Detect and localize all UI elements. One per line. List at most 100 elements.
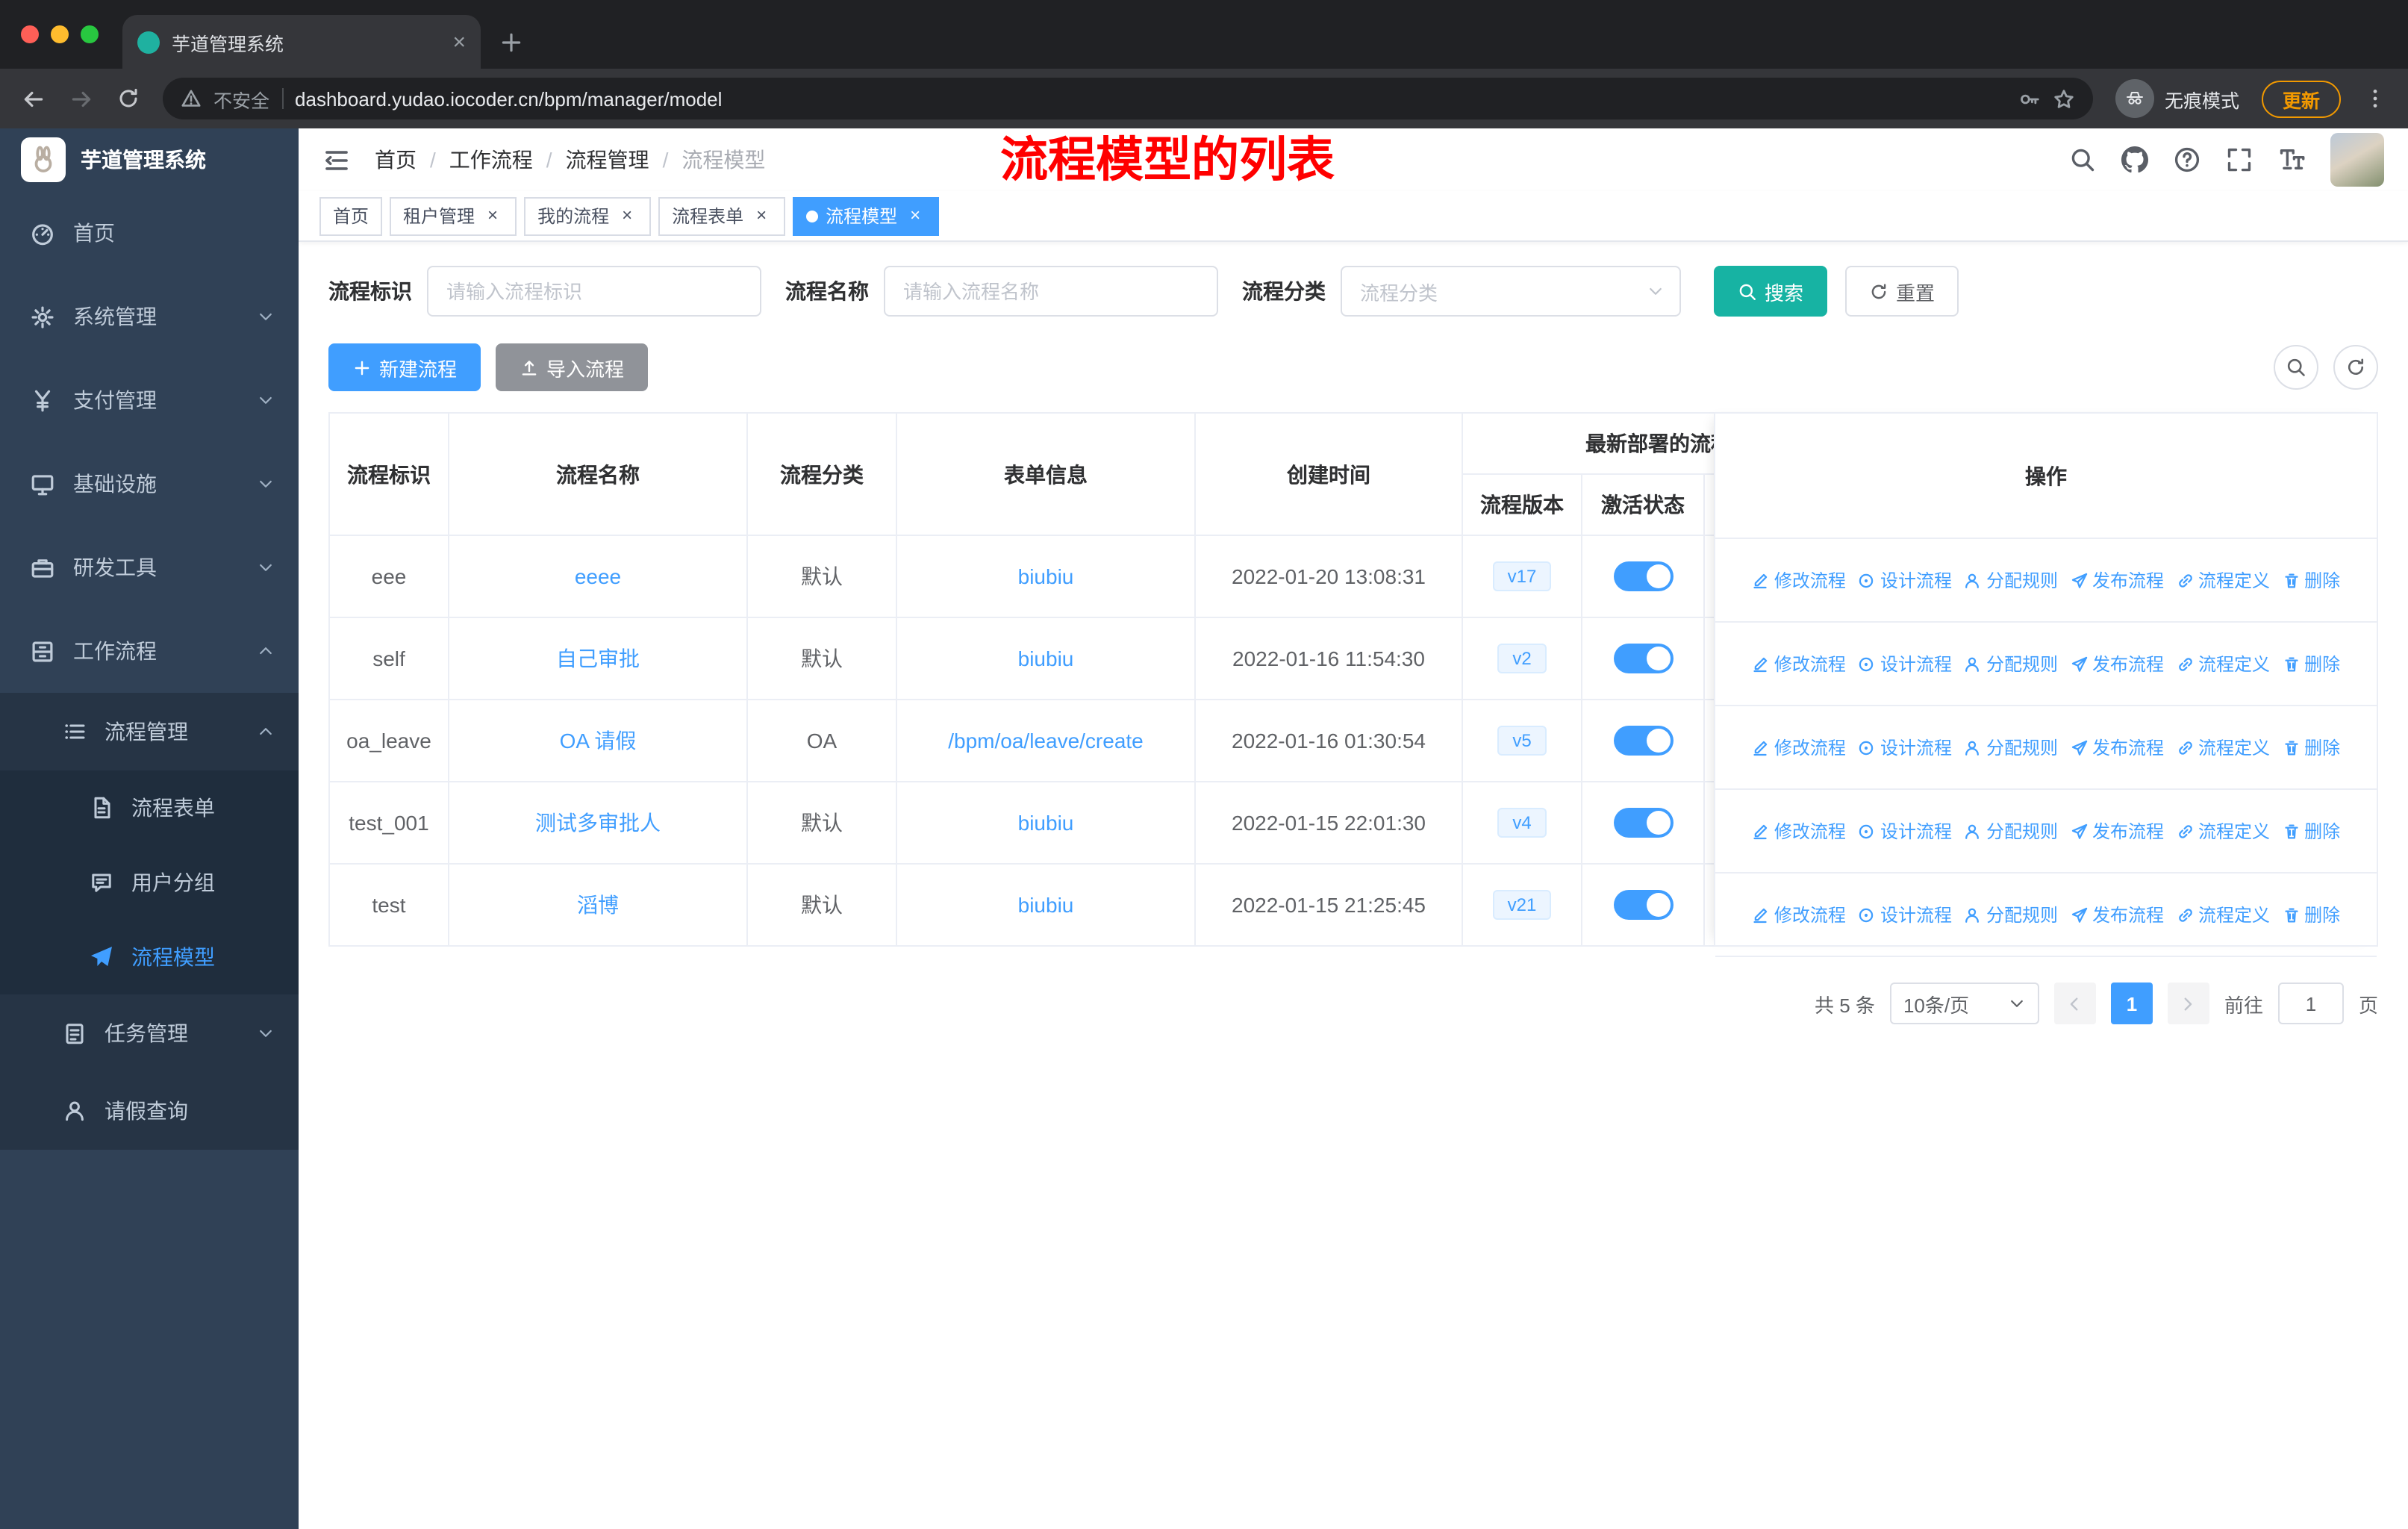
edit-process-link[interactable]: 修改流程 [1752,651,1846,676]
tag-home[interactable]: 首页 [319,196,383,235]
fullscreen-icon[interactable] [2226,146,2253,173]
breadcrumb-workflow[interactable]: 工作流程 [449,145,533,175]
assign-rule-link[interactable]: 分配规则 [1964,902,2058,927]
process-definition-link[interactable]: 流程定义 [2176,651,2270,676]
zoom-window-button[interactable] [81,25,99,43]
sidebar-item-task-mgmt[interactable]: 任务管理 [0,994,299,1072]
tag-process-form[interactable]: 流程表单 × [658,196,786,235]
font-size-icon[interactable] [2278,146,2305,173]
browser-menu-icon[interactable] [2363,87,2387,110]
assign-rule-link[interactable]: 分配规则 [1964,818,2058,844]
toggle-search-button[interactable] [2274,345,2318,390]
new-tab-button[interactable] [499,30,524,55]
password-key-icon[interactable] [2018,87,2041,110]
prev-page-button[interactable] [2053,983,2096,1024]
design-process-link[interactable]: 设计流程 [1858,651,1952,676]
close-window-button[interactable] [21,25,39,43]
delete-link[interactable]: 删除 [2282,567,2340,593]
sidebar-item-system[interactable]: 系统管理 [0,275,299,358]
close-icon[interactable]: × [617,205,637,226]
process-name-link[interactable]: OA 请假 [560,729,637,753]
delete-link[interactable]: 删除 [2282,902,2340,927]
publish-process-link[interactable]: 发布流程 [2070,735,2164,760]
delete-link[interactable]: 删除 [2282,651,2340,676]
process-definition-link[interactable]: 流程定义 [2176,818,2270,844]
page-size-select[interactable]: 10条/页 [1889,983,2039,1024]
active-status-toggle[interactable] [1613,726,1673,756]
process-name-input[interactable] [884,266,1218,317]
active-status-toggle[interactable] [1613,561,1673,591]
assign-rule-link[interactable]: 分配规则 [1964,567,2058,593]
search-icon[interactable] [2069,146,2096,173]
goto-page-input[interactable] [2277,983,2344,1024]
process-name-link[interactable]: 自己审批 [556,647,640,670]
github-icon[interactable] [2121,146,2148,173]
sidebar-item-user-group[interactable]: 用户分组 [0,845,299,920]
process-definition-link[interactable]: 流程定义 [2176,567,2270,593]
edit-process-link[interactable]: 修改流程 [1752,567,1846,593]
close-icon[interactable]: × [905,205,926,226]
refresh-table-button[interactable] [2333,345,2378,390]
tag-my-process[interactable]: 我的流程 × [524,196,652,235]
publish-process-link[interactable]: 发布流程 [2070,651,2164,676]
form-info-link[interactable]: biubiu [1018,564,1074,588]
next-page-button[interactable] [2167,983,2209,1024]
design-process-link[interactable]: 设计流程 [1858,567,1952,593]
reload-icon[interactable] [116,87,140,110]
sidebar-item-process-form[interactable]: 流程表单 [0,770,299,845]
address-bar[interactable]: 不安全 dashboard.yudao.iocoder.cn/bpm/manag… [163,78,2093,119]
process-definition-link[interactable]: 流程定义 [2176,902,2270,927]
active-status-toggle[interactable] [1613,644,1673,673]
process-category-select[interactable]: 流程分类 [1341,266,1681,317]
close-icon[interactable]: × [482,205,503,226]
browser-update-button[interactable]: 更新 [2261,80,2341,117]
create-process-button[interactable]: 新建流程 [328,343,481,391]
assign-rule-link[interactable]: 分配规则 [1964,735,2058,760]
form-info-link[interactable]: biubiu [1018,647,1074,670]
process-name-link[interactable]: 滔博 [577,893,619,917]
tab-close-icon[interactable]: × [452,31,466,53]
sidebar-item-process-model[interactable]: 流程模型 [0,920,299,994]
form-info-link[interactable]: /bpm/oa/leave/create [948,729,1144,753]
delete-link[interactable]: 删除 [2282,735,2340,760]
breadcrumb-process-mgmt[interactable]: 流程管理 [566,145,649,175]
sidebar-item-workflow[interactable]: 工作流程 [0,609,299,693]
sidebar-item-process-mgmt[interactable]: 流程管理 [0,693,299,770]
active-status-toggle[interactable] [1613,890,1673,920]
process-definition-link[interactable]: 流程定义 [2176,735,2270,760]
edit-process-link[interactable]: 修改流程 [1752,818,1846,844]
process-name-link[interactable]: eeee [575,564,621,588]
sidebar-item-infra[interactable]: 基础设施 [0,442,299,526]
search-button[interactable]: 搜索 [1714,266,1828,317]
avatar[interactable] [2330,133,2384,187]
tag-process-model[interactable]: 流程模型 × [793,196,940,235]
tag-tenant[interactable]: 租户管理 × [390,196,517,235]
form-info-link[interactable]: biubiu [1018,811,1074,835]
process-id-input[interactable] [427,266,761,317]
publish-process-link[interactable]: 发布流程 [2070,567,2164,593]
forward-icon[interactable] [69,86,94,111]
sidebar-item-home[interactable]: 首页 [0,191,299,275]
current-page[interactable]: 1 [2110,983,2153,1024]
edit-process-link[interactable]: 修改流程 [1752,735,1846,760]
delete-link[interactable]: 删除 [2282,818,2340,844]
publish-process-link[interactable]: 发布流程 [2070,902,2164,927]
assign-rule-link[interactable]: 分配规则 [1964,651,2058,676]
sidebar-toggle-icon[interactable] [322,146,351,174]
import-process-button[interactable]: 导入流程 [496,343,649,391]
active-status-toggle[interactable] [1613,808,1673,838]
design-process-link[interactable]: 设计流程 [1858,902,1952,927]
publish-process-link[interactable]: 发布流程 [2070,818,2164,844]
sidebar-item-devtools[interactable]: 研发工具 [0,526,299,609]
close-icon[interactable]: × [751,205,772,226]
back-icon[interactable] [21,86,46,111]
breadcrumb-home[interactable]: 首页 [375,145,417,175]
app-logo-row[interactable]: 芋道管理系统 [0,128,299,191]
edit-process-link[interactable]: 修改流程 [1752,902,1846,927]
reset-button[interactable]: 重置 [1845,266,1959,317]
minimize-window-button[interactable] [51,25,69,43]
sidebar-item-leave-query[interactable]: 请假查询 [0,1072,299,1150]
sidebar-item-payment[interactable]: 支付管理 [0,358,299,442]
design-process-link[interactable]: 设计流程 [1858,818,1952,844]
bookmark-star-icon[interactable] [2053,87,2075,110]
